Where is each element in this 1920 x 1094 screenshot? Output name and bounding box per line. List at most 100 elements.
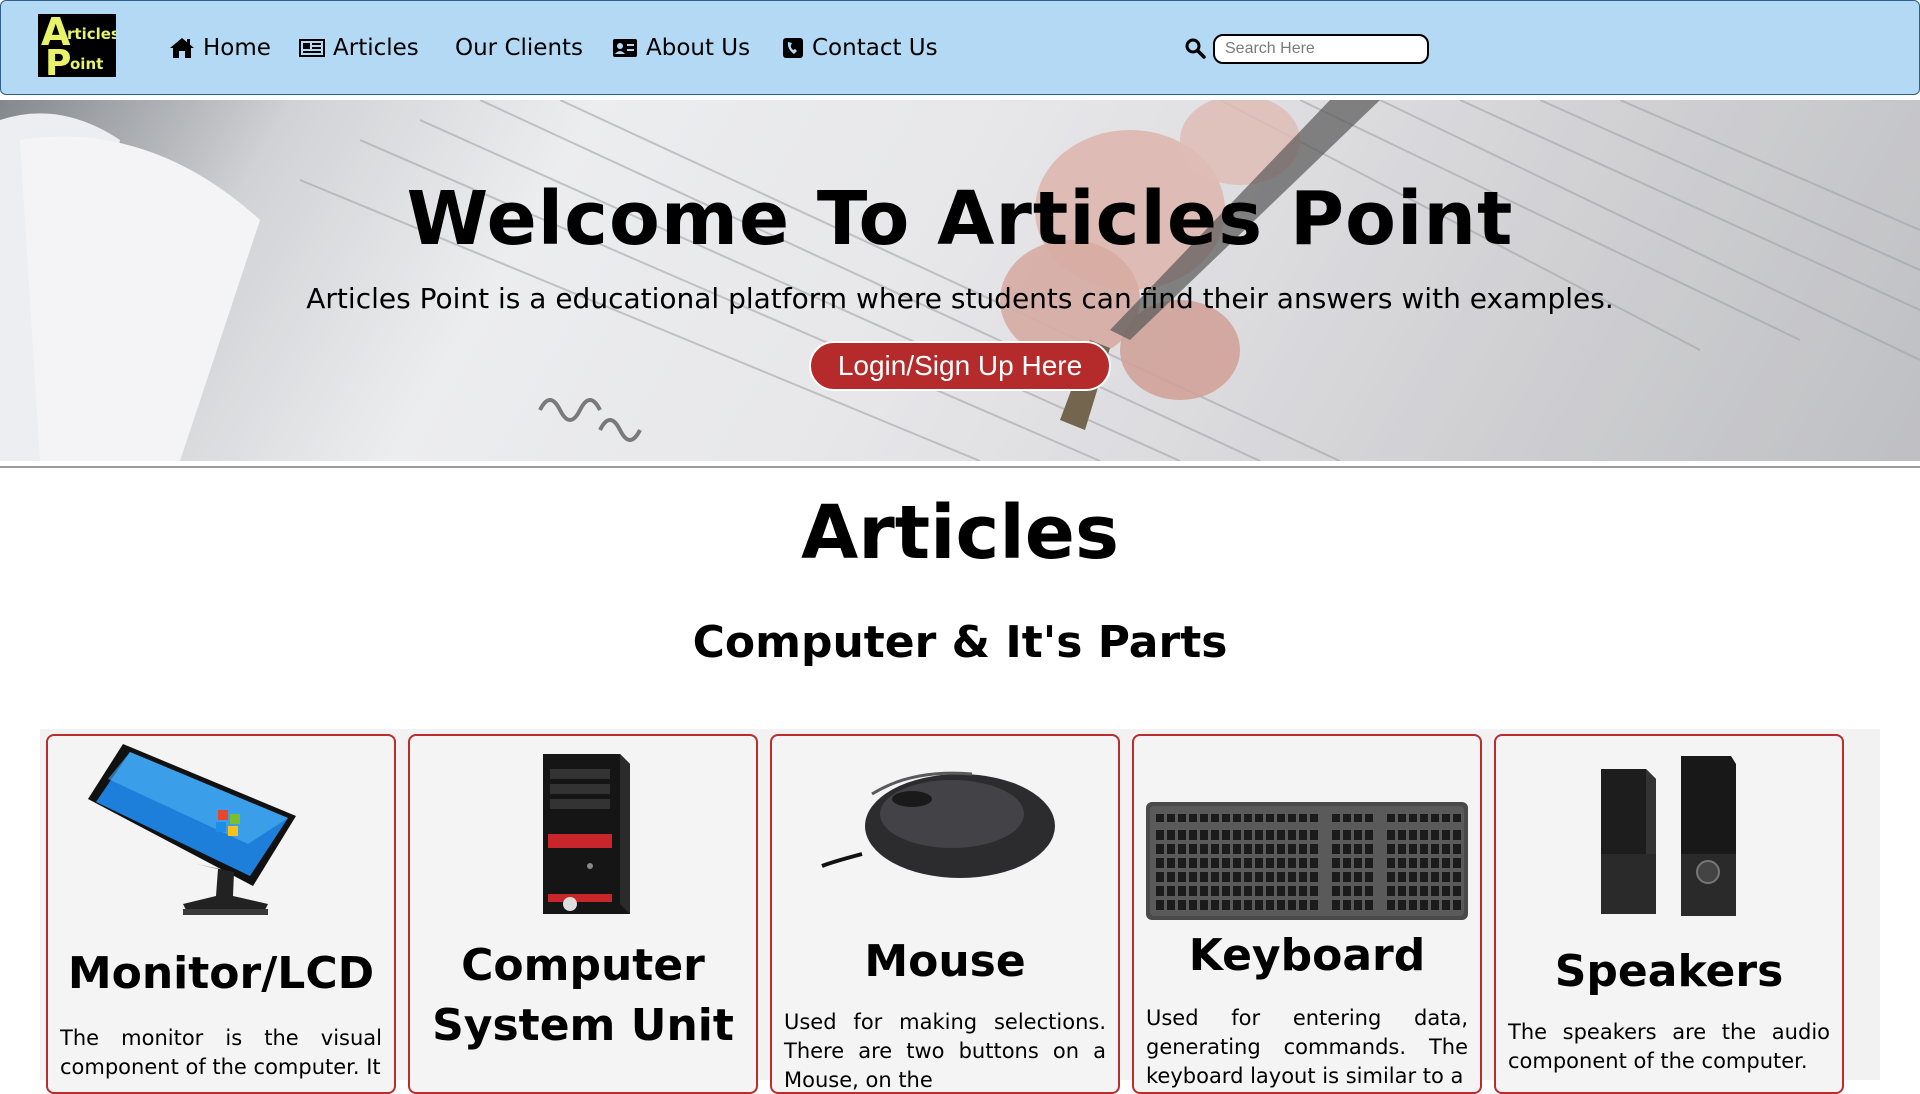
article-card-monitor[interactable]: Monitor/LCD The monitor is the visual co…: [46, 734, 396, 1094]
keyboard-key: [1156, 886, 1164, 896]
keyboard-key: [1167, 830, 1175, 840]
card-text-mouse: Used for making selections. There are tw…: [784, 1010, 1106, 1092]
keyboard-key: [1332, 886, 1340, 896]
keyboard-key: [1310, 900, 1318, 910]
keyboard-key: [1200, 830, 1208, 840]
keyboard-key: [1222, 872, 1230, 882]
keyboard-key: [1420, 830, 1428, 840]
keyboard-key: [1233, 844, 1241, 854]
keyboard-key: [1354, 886, 1362, 896]
keyboard-key: [1343, 814, 1351, 822]
keyboard-key: [1310, 844, 1318, 854]
keyboard-key: [1156, 858, 1164, 868]
keyboard-key: [1409, 830, 1417, 840]
keyboard-key: [1387, 858, 1395, 868]
keyboard-key: [1387, 900, 1395, 910]
keyboard-key: [1442, 886, 1450, 896]
keyboard-key: [1409, 886, 1417, 896]
keyboard-key: [1266, 900, 1274, 910]
keyboard-key: [1354, 830, 1362, 840]
keyboard-key: [1200, 886, 1208, 896]
navbar: A rticles P oint Home Articles Our Clien…: [0, 0, 1920, 95]
keyboard-key: [1233, 872, 1241, 882]
article-card-keyboard[interactable]: Keyboard Used for entering data, generat…: [1132, 734, 1482, 1094]
keyboard-key: [1244, 844, 1252, 854]
logo-text-rticles: rticles: [67, 25, 116, 43]
phone-icon: [783, 38, 803, 58]
hero-title: Welcome To Articles Point: [406, 176, 1514, 262]
keyboard-key: [1354, 814, 1362, 822]
keyboard-key: [1178, 814, 1186, 822]
keyboard-key: [1354, 900, 1362, 910]
keyboard-key: [1343, 872, 1351, 882]
keyboard-key: [1299, 858, 1307, 868]
id-card-icon: [613, 39, 637, 57]
keyboard-key: [1365, 830, 1373, 840]
keyboard-key: [1244, 858, 1252, 868]
nav-item-about-us[interactable]: About Us: [612, 32, 750, 64]
article-card-speakers[interactable]: Speakers The speakers are the audio comp…: [1494, 734, 1844, 1094]
site-logo[interactable]: A rticles P oint: [38, 14, 116, 77]
nav-item-our-clients[interactable]: Our Clients: [455, 32, 583, 64]
keyboard-key: [1167, 858, 1175, 868]
search-input[interactable]: [1213, 34, 1429, 64]
newspaper-icon: [299, 39, 325, 57]
keyboard-key: [1398, 886, 1406, 896]
nav-item-home[interactable]: Home: [169, 32, 271, 64]
article-card-mouse[interactable]: Mouse Used for making selections. There …: [770, 734, 1120, 1094]
keyboard-key: [1343, 900, 1351, 910]
keyboard-key: [1200, 872, 1208, 882]
keyboard-key: [1255, 858, 1263, 868]
keyboard-key: [1365, 858, 1373, 868]
card-text-monitor: The monitor is the visual component of t…: [60, 1026, 382, 1079]
keyboard-key: [1255, 900, 1263, 910]
articles-subheading: Computer & It's Parts: [692, 617, 1228, 668]
keyboard-key: [1200, 900, 1208, 910]
search-icon[interactable]: [1184, 37, 1206, 59]
keyboard-key: [1277, 844, 1285, 854]
keyboard-key: [1332, 844, 1340, 854]
article-card-system-unit[interactable]: Computer System Unit: [408, 734, 758, 1094]
keyboard-key: [1409, 872, 1417, 882]
keyboard-key: [1420, 872, 1428, 882]
keyboard-key: [1365, 886, 1373, 896]
keyboard-key: [1211, 814, 1219, 822]
keyboard-key: [1266, 886, 1274, 896]
card-title-monitor: Monitor/LCD: [67, 948, 375, 999]
keyboard-key: [1299, 900, 1307, 910]
keyboard-key: [1387, 844, 1395, 854]
hero-background-image: [0, 100, 1920, 461]
keyboard-key: [1398, 872, 1406, 882]
keyboard-key: [1453, 900, 1461, 910]
login-signup-button[interactable]: Login/Sign Up Here: [809, 341, 1111, 391]
keyboard-key: [1189, 900, 1197, 910]
keyboard-key: [1167, 872, 1175, 882]
keyboard-key: [1299, 886, 1307, 896]
keyboard-key: [1266, 844, 1274, 854]
keyboard-key: [1266, 814, 1274, 822]
keyboard-key: [1354, 844, 1362, 854]
keyboard-key: [1244, 872, 1252, 882]
keyboard-key: [1200, 814, 1208, 822]
keyboard-image: [1146, 802, 1468, 920]
keyboard-key: [1255, 814, 1263, 822]
keyboard-key: [1222, 830, 1230, 840]
keyboard-key: [1343, 830, 1351, 840]
keyboard-key: [1277, 872, 1285, 882]
keyboard-key: [1420, 844, 1428, 854]
keyboard-key: [1200, 844, 1208, 854]
nav-item-contact-us[interactable]: Contact Us: [782, 32, 938, 64]
keyboard-key: [1431, 844, 1439, 854]
keyboard-key: [1211, 872, 1219, 882]
nav-item-articles[interactable]: Articles: [299, 32, 419, 64]
keyboard-key: [1409, 814, 1417, 822]
keyboard-key: [1453, 858, 1461, 868]
keyboard-key: [1156, 814, 1164, 822]
keyboard-key: [1365, 844, 1373, 854]
keyboard-key: [1398, 814, 1406, 822]
keyboard-key: [1453, 814, 1461, 822]
keyboard-key: [1387, 872, 1395, 882]
keyboard-key: [1387, 886, 1395, 896]
keyboard-key: [1310, 886, 1318, 896]
keyboard-key: [1343, 844, 1351, 854]
